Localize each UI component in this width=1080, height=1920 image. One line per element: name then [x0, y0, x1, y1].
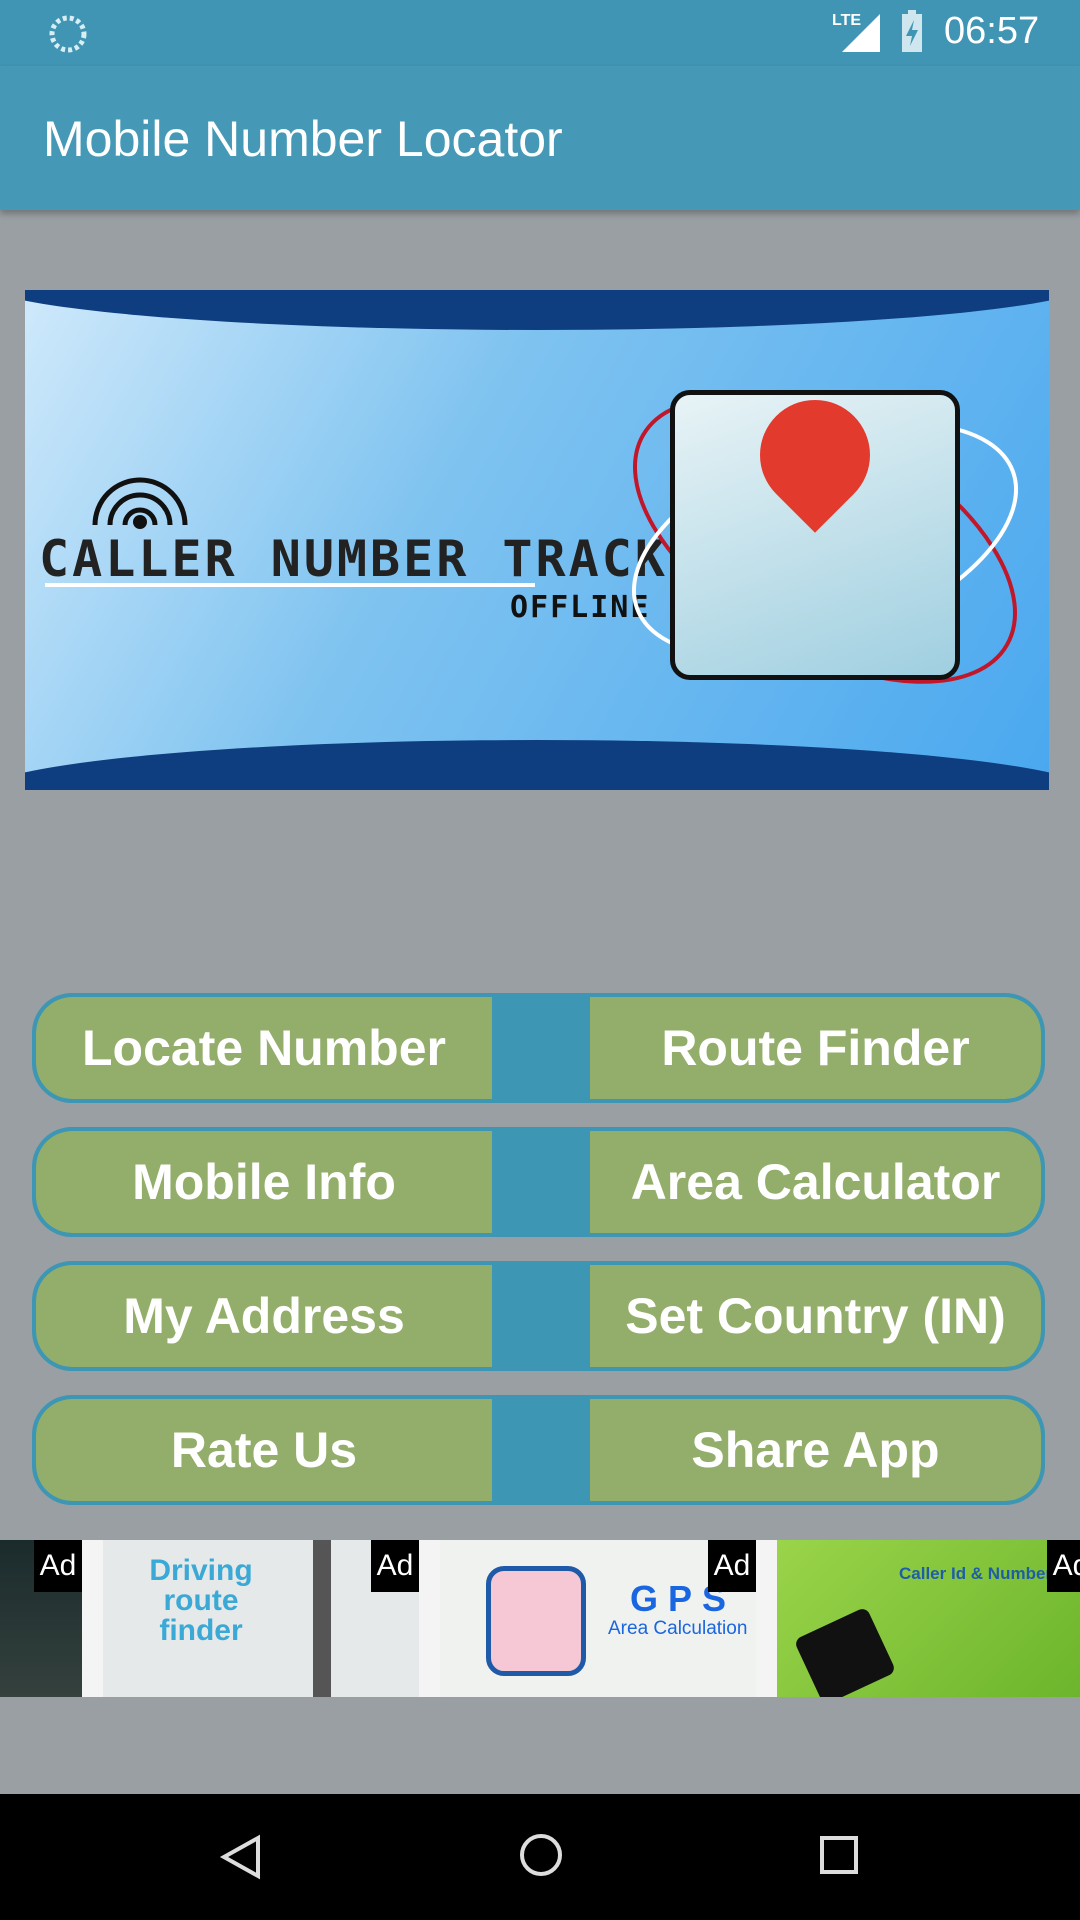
- ad-badge: Ad: [371, 1540, 419, 1592]
- banner-image: CALLER NUMBER TRACKER OFFLINE: [25, 290, 1049, 790]
- app-bar: Mobile Number Locator: [0, 66, 1080, 210]
- ad-tile[interactable]: Driving route finder Ad: [103, 1540, 419, 1697]
- share-app-button[interactable]: Share App: [590, 1399, 1041, 1501]
- mobile-info-button[interactable]: Mobile Info: [36, 1131, 492, 1233]
- ad-strip: Ad Driving route finder Ad GPS Area Calc…: [0, 1540, 1080, 1697]
- ad-text: Driving route finder: [149, 1554, 253, 1647]
- ad-subtext: Area Calculation: [608, 1618, 748, 1639]
- battery-charging-icon: [902, 10, 922, 52]
- button-row-3: My Address Set Country (IN): [32, 1261, 1045, 1371]
- navigation-bar: [0, 1794, 1080, 1920]
- button-row-1: Locate Number Route Finder: [32, 993, 1045, 1103]
- button-row-2: Mobile Info Area Calculator: [32, 1127, 1045, 1237]
- home-icon[interactable]: [518, 1832, 564, 1878]
- clock: 06:57: [944, 10, 1040, 52]
- set-country-button[interactable]: Set Country (IN): [590, 1265, 1041, 1367]
- my-address-button[interactable]: My Address: [36, 1265, 492, 1367]
- area-app-icon: [486, 1566, 586, 1676]
- button-row-4: Rate Us Share App: [32, 1395, 1045, 1505]
- signal-icon: [842, 14, 880, 52]
- status-bar: LTE 06:57: [0, 0, 1080, 66]
- locate-number-button[interactable]: Locate Number: [36, 997, 492, 1099]
- recents-icon[interactable]: [818, 1834, 860, 1876]
- ad-text: Caller Id & Number T: [899, 1564, 1068, 1583]
- ad-badge: Ad: [1047, 1540, 1080, 1592]
- ad-tile[interactable]: Ad: [0, 1540, 82, 1697]
- route-finder-button[interactable]: Route Finder: [590, 997, 1041, 1099]
- back-icon[interactable]: [218, 1834, 264, 1880]
- area-calculator-button[interactable]: Area Calculator: [590, 1131, 1041, 1233]
- ad-badge: Ad: [34, 1540, 82, 1592]
- ad-badge: Ad: [708, 1540, 756, 1592]
- signal-waves-icon: [92, 477, 188, 529]
- ad-tile[interactable]: GPS Area Calculation Ad: [440, 1540, 756, 1697]
- ad-tile[interactable]: Caller Id & Number T Ad: [777, 1540, 1080, 1697]
- rate-us-button[interactable]: Rate Us: [36, 1399, 492, 1501]
- sync-icon: [49, 15, 87, 53]
- app-title: Mobile Number Locator: [43, 111, 563, 167]
